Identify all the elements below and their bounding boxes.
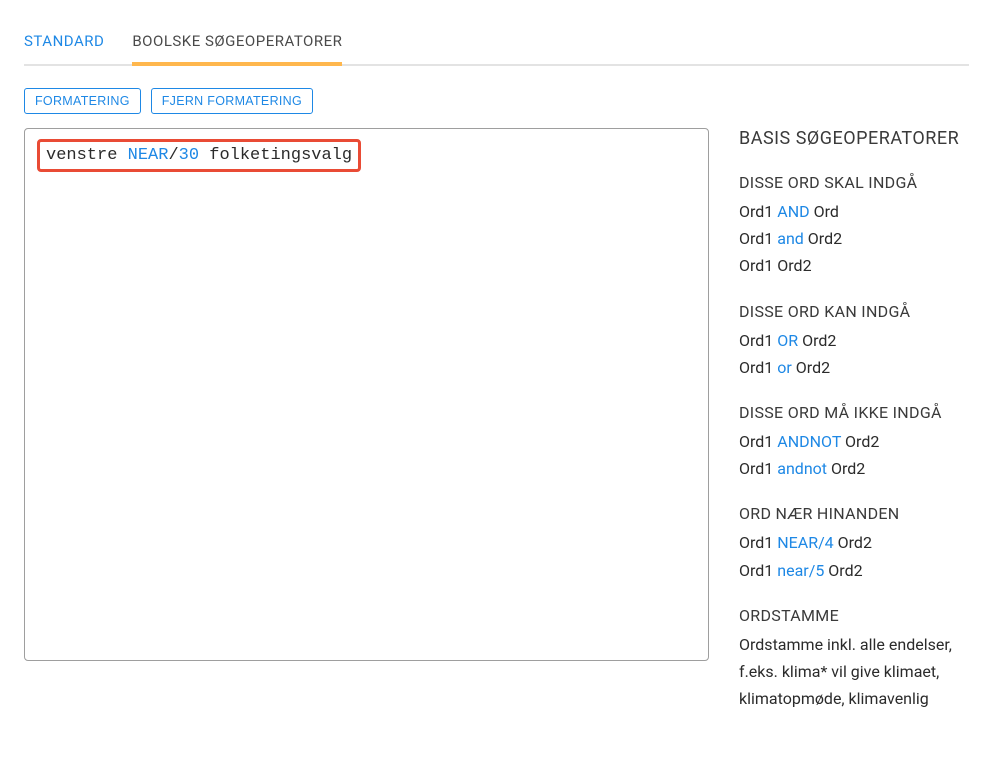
operator-group-near: ORD NÆR HINANDEN Ord1 NEAR/4 Ord2 Ord1 n… (739, 504, 969, 583)
example-op: NEAR/4 (777, 533, 833, 552)
query-sep: / (168, 146, 178, 165)
example-op: AND (777, 202, 809, 221)
example-op: andnot (777, 459, 827, 478)
operator-group-not: DISSE ORD MÅ IKKE INDGÅ Ord1 ANDNOT Ord2… (739, 403, 969, 482)
query-term1: venstre (46, 146, 117, 165)
query-distance: 30 (179, 146, 199, 165)
example-left: Ord1 (739, 229, 773, 248)
example: Ord1 OR Ord2 (739, 327, 969, 354)
sidebar-title: BASIS SØGEOPERATORER (739, 128, 969, 149)
main-wrap: venstre NEAR/30 folketingsvalg BASIS SØG… (24, 128, 969, 734)
example-op: and (777, 229, 804, 248)
operator-group-may: DISSE ORD KAN INDGÅ Ord1 OR Ord2 Ord1 or… (739, 302, 969, 381)
group-title: ORDSTAMME (739, 606, 969, 625)
group-title: DISSE ORD MÅ IKKE INDGÅ (739, 403, 969, 422)
example-right: Ord2 (828, 561, 862, 580)
example-right: Ord2 (796, 358, 830, 377)
query-editor[interactable]: venstre NEAR/30 folketingsvalg (24, 128, 709, 661)
sidebar: BASIS SØGEOPERATORER DISSE ORD SKAL INDG… (739, 128, 969, 734)
operator-group-stem: ORDSTAMME Ordstamme inkl. alle endelser,… (739, 606, 969, 713)
example-left: Ord1 (739, 432, 773, 451)
tab-boolean-operators[interactable]: BOOLSKE SØGEOPERATORER (132, 20, 342, 66)
example: Ord1 Ord2 (739, 252, 969, 279)
example-left: Ord1 (739, 561, 773, 580)
stem-description: Ordstamme inkl. alle endelser, f.eks. kl… (739, 631, 969, 713)
format-button[interactable]: FORMATERING (24, 88, 141, 114)
group-title: ORD NÆR HINANDEN (739, 504, 969, 523)
example: Ord1 andnot Ord2 (739, 455, 969, 482)
group-title: DISSE ORD SKAL INDGÅ (739, 173, 969, 192)
example-left: Ord1 (739, 459, 773, 478)
example: Ord1 ANDNOT Ord2 (739, 428, 969, 455)
query-operator: NEAR (128, 146, 169, 165)
example-right: Ord2 (831, 459, 865, 478)
example-right: Ord2 (838, 533, 872, 552)
example-op: or (777, 358, 792, 377)
example-left: Ord1 (739, 202, 773, 221)
query-term2: folketingsvalg (209, 146, 352, 165)
example: Ord1 near/5 Ord2 (739, 557, 969, 584)
operator-group-must: DISSE ORD SKAL INDGÅ Ord1 AND Ord Ord1 a… (739, 173, 969, 280)
group-title: DISSE ORD KAN INDGÅ (739, 302, 969, 321)
query-line-highlight: venstre NEAR/30 folketingsvalg (37, 139, 361, 172)
remove-format-button[interactable]: FJERN FORMATERING (151, 88, 313, 114)
example-op: near/5 (777, 561, 824, 580)
example: Ord1 AND Ord (739, 198, 969, 225)
example: Ord1 or Ord2 (739, 354, 969, 381)
tabs-bar: STANDARD BOOLSKE SØGEOPERATORER (24, 0, 969, 66)
example-right: Ord (814, 202, 839, 221)
example: Ord1 NEAR/4 Ord2 (739, 529, 969, 556)
tab-standard[interactable]: STANDARD (24, 20, 104, 66)
example-right: Ord2 (802, 331, 836, 350)
example-left: Ord1 (739, 358, 773, 377)
example-left: Ord1 (739, 533, 773, 552)
example-right: Ord2 (777, 256, 811, 275)
example-op: ANDNOT (777, 432, 841, 451)
example: Ord1 and Ord2 (739, 225, 969, 252)
example-left: Ord1 (739, 256, 773, 275)
example-op: OR (777, 331, 798, 350)
toolbar: FORMATERING FJERN FORMATERING (24, 88, 969, 114)
example-right: Ord2 (808, 229, 842, 248)
example-right: Ord2 (845, 432, 879, 451)
example-left: Ord1 (739, 331, 773, 350)
